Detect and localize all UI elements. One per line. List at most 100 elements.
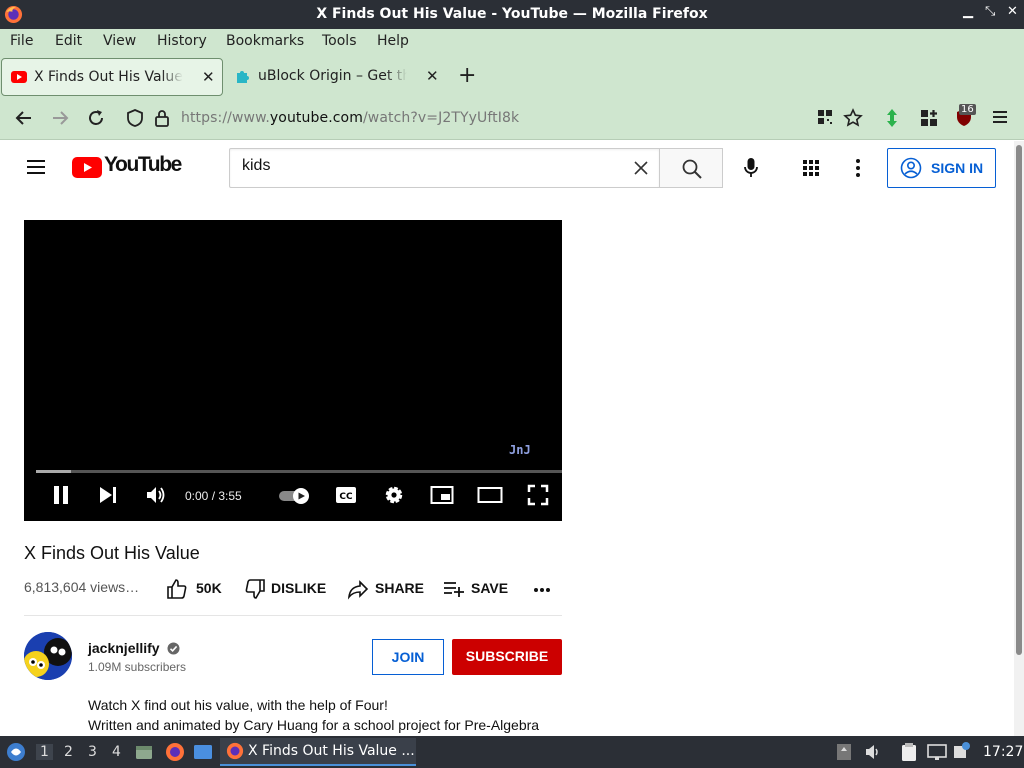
time-display: 0:00 / 3:55: [185, 489, 242, 503]
menu-edit[interactable]: Edit: [55, 33, 82, 49]
workspace-1[interactable]: 1: [36, 744, 53, 760]
channel-name[interactable]: jacknjellify: [88, 640, 180, 656]
settings-gear-icon[interactable]: [383, 484, 405, 506]
microphone-icon[interactable]: [744, 157, 758, 179]
start-menu-icon[interactable]: [6, 742, 26, 762]
notification-icon[interactable]: [953, 742, 971, 760]
volume-icon[interactable]: [145, 484, 167, 506]
bookmark-star-icon[interactable]: [843, 108, 863, 128]
apps-grid-icon[interactable]: [803, 160, 819, 176]
youtube-logo-text[interactable]: YouTube: [104, 153, 182, 177]
share-label: SHARE: [375, 580, 425, 596]
guide-menu-icon[interactable]: [26, 158, 46, 176]
tab-fade: [386, 60, 416, 92]
clear-search-icon[interactable]: [634, 161, 648, 175]
account-circle-icon: [900, 157, 922, 179]
workspace-2[interactable]: 2: [64, 744, 73, 760]
menu-tools[interactable]: Tools: [322, 33, 357, 49]
thumbs-down-icon: [245, 579, 265, 599]
workspace-3[interactable]: 3: [88, 744, 97, 760]
next-icon[interactable]: [98, 484, 118, 506]
more-options-icon[interactable]: [855, 158, 861, 178]
restore-icon[interactable]: ⤡: [985, 4, 995, 19]
progress-bar[interactable]: [36, 470, 562, 473]
lock-icon[interactable]: [154, 108, 170, 128]
new-tab-icon[interactable]: +: [458, 63, 476, 88]
channel-name-text: jacknjellify: [88, 640, 160, 656]
autoplay-toggle-icon[interactable]: [277, 486, 313, 506]
qr-code-icon[interactable]: [816, 108, 834, 126]
channel-avatar[interactable]: [24, 632, 72, 680]
verified-check-icon: [167, 642, 180, 655]
url-domain: youtube.com: [269, 110, 363, 126]
youtube-favicon-icon: [11, 71, 27, 83]
sign-in-button[interactable]: SIGN IN: [887, 148, 996, 188]
divider: [24, 615, 562, 616]
extension-badge: 16: [959, 104, 976, 115]
like-button[interactable]: 50K: [165, 577, 225, 601]
hamburger-menu-icon[interactable]: [991, 108, 1009, 126]
theater-mode-icon[interactable]: [477, 484, 503, 506]
url-prefix: https://www.: [181, 110, 270, 126]
share-button[interactable]: SHARE: [346, 577, 426, 601]
forward-arrow-icon[interactable]: [50, 108, 70, 128]
menu-help[interactable]: Help: [377, 33, 409, 49]
firefox-icon: [226, 742, 244, 760]
file-manager-icon[interactable]: [135, 743, 153, 761]
tab-fade: [162, 61, 192, 93]
tab-ublock[interactable]: uBlock Origin – Get this Extension ✕: [226, 58, 448, 96]
menu-view[interactable]: View: [103, 33, 136, 49]
reload-icon[interactable]: [86, 108, 106, 128]
save-button[interactable]: SAVE: [442, 577, 512, 601]
scrollbar-thumb[interactable]: [1016, 145, 1022, 655]
playlist-add-icon: [444, 582, 464, 597]
description-line: Watch X find out his value, with the hel…: [88, 697, 388, 713]
taskbar-window-firefox[interactable]: X Finds Out His Value ...: [220, 738, 416, 766]
ublock-puzzle-icon: [237, 71, 249, 83]
url-bar[interactable]: https://www.youtube.com/watch?v=J2TYyUft…: [181, 110, 519, 126]
network-icon[interactable]: [927, 743, 947, 761]
thumbs-up-icon: [167, 579, 187, 599]
url-path: /watch?v=J2TYyUftI8k: [362, 110, 520, 126]
taskbar-window-label: X Finds Out His Value ...: [248, 743, 415, 759]
subtitles-icon[interactable]: CC: [335, 486, 357, 504]
tray-scroll-icon[interactable]: [836, 743, 852, 761]
close-tab-icon[interactable]: ✕: [426, 67, 439, 85]
clipboard-icon[interactable]: [900, 742, 918, 762]
search-input[interactable]: [242, 157, 622, 175]
close-window-icon[interactable]: ✕: [1007, 4, 1018, 19]
workspace-4[interactable]: 4: [112, 744, 121, 760]
close-tab-icon[interactable]: ✕: [202, 68, 215, 86]
miniplayer-icon[interactable]: [430, 484, 454, 506]
desktop-icon[interactable]: [193, 743, 213, 761]
extensions-puzzle-icon[interactable]: [919, 108, 939, 128]
pause-icon[interactable]: [52, 484, 70, 506]
back-arrow-icon[interactable]: [14, 108, 34, 128]
video-watermark: JnJ: [509, 443, 531, 457]
tracking-shield-icon[interactable]: [126, 108, 144, 128]
video-player[interactable]: JnJ 0:00 / 3:55 CC: [24, 220, 562, 521]
view-count[interactable]: 6,813,604 views…: [24, 579, 139, 595]
join-button[interactable]: JOIN: [372, 639, 444, 675]
search-button[interactable]: [659, 148, 723, 188]
search-box[interactable]: [229, 148, 660, 188]
tab-bar: X Finds Out His Value - YouTube ✕ uBlock…: [0, 55, 1024, 98]
volume-tray-icon[interactable]: [864, 743, 882, 761]
youtube-logo-icon[interactable]: [72, 157, 102, 178]
firefox-launcher-icon[interactable]: [165, 742, 185, 762]
menu-bookmarks[interactable]: Bookmarks: [226, 33, 304, 49]
extension-arrow-icon[interactable]: [886, 108, 898, 128]
tab-youtube[interactable]: X Finds Out His Value - YouTube ✕: [1, 58, 223, 96]
more-actions-icon[interactable]: [533, 587, 551, 593]
dislike-button[interactable]: DISLIKE: [243, 577, 328, 601]
search-icon: [682, 159, 702, 179]
menu-history[interactable]: History: [157, 33, 207, 49]
window-titlebar: X Finds Out His Value - YouTube — Mozill…: [0, 0, 1024, 29]
video-title: X Finds Out His Value: [24, 543, 200, 563]
page-scrollbar[interactable]: [1014, 141, 1024, 736]
fullscreen-icon[interactable]: [527, 484, 549, 506]
menu-file[interactable]: File: [10, 33, 33, 49]
minimize-icon[interactable]: ▁: [963, 4, 973, 19]
subscriber-count: 1.09M subscribers: [88, 660, 187, 674]
subscribe-button[interactable]: SUBSCRIBE: [452, 639, 562, 675]
